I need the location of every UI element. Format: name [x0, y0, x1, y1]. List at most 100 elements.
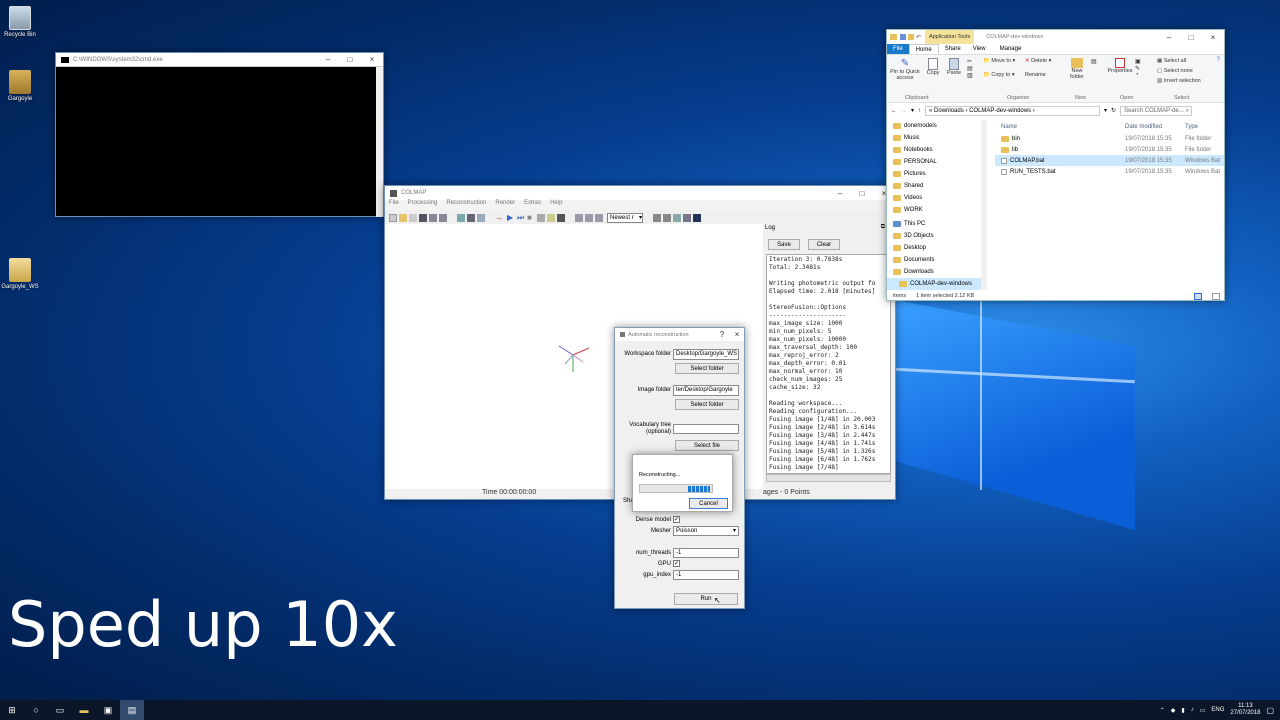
column-name[interactable]: Name	[995, 124, 1125, 130]
nav-item[interactable]: PERSONAL	[887, 156, 987, 168]
feature-matching-icon[interactable]	[467, 213, 475, 222]
movie-icon[interactable]	[585, 213, 593, 222]
recycle-bin-icon[interactable]: Recycle Bin	[0, 6, 40, 38]
select-image-folder-button[interactable]: Select folder	[675, 399, 739, 410]
menu-render[interactable]: Render	[495, 200, 515, 210]
nav-item[interactable]: Downloads	[887, 266, 987, 278]
import-icon[interactable]	[429, 213, 437, 222]
nav-item[interactable]: Desktop	[887, 242, 987, 254]
forward-icon[interactable]: →	[901, 108, 907, 114]
edit-project-icon[interactable]	[409, 213, 417, 222]
paste-button[interactable]: Paste	[945, 58, 963, 76]
tab-home[interactable]: Home	[908, 43, 939, 55]
minimize-icon[interactable]: –	[317, 55, 339, 64]
nav-item[interactable]: Videos	[887, 192, 987, 204]
render-icon[interactable]	[557, 213, 565, 222]
reset-icon[interactable]	[537, 213, 545, 222]
up-icon[interactable]: ↑	[918, 108, 921, 114]
tab-share[interactable]: Share	[939, 44, 967, 54]
pin-button[interactable]: ✎ Pin to Quick access	[890, 58, 920, 81]
menu-file[interactable]: File	[389, 200, 399, 210]
reconstruct-icon[interactable]: →	[495, 213, 505, 222]
maximize-icon[interactable]: □	[851, 189, 873, 198]
menu-help[interactable]: Help	[550, 200, 562, 210]
minimize-icon[interactable]: –	[829, 189, 851, 198]
print-icon[interactable]	[595, 213, 603, 222]
select-file-button[interactable]: Select file	[675, 440, 739, 451]
nav-item[interactable]: Documents	[887, 254, 987, 266]
invert-selection-button[interactable]: ▧ Invert selection	[1157, 78, 1201, 84]
info-icon[interactable]	[683, 213, 691, 222]
log-output[interactable]: Iteration 3: 0.7838s Total: 2.3481s Writ…	[766, 254, 891, 474]
horizontal-scrollbar[interactable]	[766, 474, 891, 482]
help-icon[interactable]: ?	[1217, 57, 1220, 63]
select-workspace-button[interactable]: Select folder	[675, 363, 739, 374]
notifications-icon[interactable]: ▢	[1266, 706, 1274, 715]
language-indicator[interactable]: ENG	[1211, 707, 1224, 713]
nav-item[interactable]: Notebooks	[887, 144, 987, 156]
back-icon[interactable]: ←	[891, 108, 897, 114]
save-button[interactable]: Save	[768, 239, 800, 250]
play-icon[interactable]: ▶	[507, 213, 515, 222]
mesher-select[interactable]: Poisson ▾	[673, 526, 739, 536]
tray-chevron-icon[interactable]: ⌃	[1160, 707, 1165, 714]
undo-icon[interactable]: ↶	[916, 34, 921, 41]
match-matrix-icon[interactable]	[663, 213, 671, 222]
properties-button[interactable]: Properties	[1107, 58, 1133, 74]
menu-processing[interactable]: Processing	[408, 200, 438, 210]
cut-icons[interactable]: ✂ ▤ ▥	[967, 58, 977, 88]
new-folder-quick-icon[interactable]	[908, 34, 914, 40]
gpu-checkbox[interactable]: ✓	[673, 560, 680, 567]
search-icon[interactable]: ○	[24, 700, 48, 720]
scrollbar[interactable]	[376, 67, 383, 217]
clear-button[interactable]: Clear	[808, 239, 840, 250]
dense-model-checkbox[interactable]: ✓	[673, 516, 680, 523]
open-icons[interactable]: ▣ ✎ ◔	[1135, 58, 1141, 78]
export-icon[interactable]	[439, 213, 447, 222]
properties-quick-icon[interactable]	[900, 34, 906, 40]
new-item-icon[interactable]: ▤	[1091, 58, 1099, 65]
open-project-icon[interactable]	[399, 213, 407, 222]
select-none-button[interactable]: ▢ Select none	[1157, 68, 1193, 74]
nav-item[interactable]: COLMAP-dev-windows	[887, 278, 987, 290]
nav-item[interactable]: Shared	[887, 180, 987, 192]
tab-file[interactable]: File	[887, 44, 909, 54]
dropdown-icon[interactable]: ▾	[1104, 107, 1107, 114]
float-icon[interactable]: ⧉	[881, 224, 885, 231]
refresh-icon[interactable]: ↻	[1111, 107, 1116, 114]
explorer-icon[interactable]: ▬	[72, 700, 96, 720]
address-bar[interactable]: « Downloads › COLMAP-dev-windows ›	[925, 105, 1101, 116]
search-input[interactable]: Search COLMAP-de... ⌕	[1120, 105, 1193, 116]
log-icon[interactable]	[673, 213, 681, 222]
start-icon[interactable]: ⊞	[0, 700, 24, 720]
vocab-tree-input[interactable]	[673, 424, 739, 434]
explorer-window[interactable]: ↶ Application Tools COLMAP-dev-windows –…	[886, 29, 1225, 301]
rename-button[interactable]: Rename	[1025, 72, 1046, 78]
nav-item[interactable]: Pictures	[887, 168, 987, 180]
cmd-icon[interactable]: ▣	[96, 700, 120, 720]
close-icon[interactable]: ×	[730, 330, 744, 339]
progress-dialog[interactable]: Reconstructing... Cancel	[632, 454, 733, 512]
move-to-button[interactable]: 📁 Move to ▾	[983, 58, 1015, 64]
stats-icon[interactable]	[653, 213, 661, 222]
new-folder-button[interactable]: New folder	[1067, 58, 1087, 80]
dropbox-icon[interactable]: ◆	[1171, 707, 1176, 714]
nav-item[interactable]: This PC	[887, 218, 987, 230]
image-folder-input[interactable]: ter/Desktop/Gargoyle	[673, 385, 739, 396]
nav-scrollbar[interactable]	[981, 120, 987, 290]
cmd-window[interactable]: C:\WINDOWS\system32\cmd.exe – □ ×	[55, 52, 384, 217]
task-view-icon[interactable]: ▭	[48, 700, 72, 720]
menu-extras[interactable]: Extras	[524, 200, 541, 210]
save-project-icon[interactable]	[419, 213, 427, 222]
gpu-index-input[interactable]: -1	[673, 570, 739, 580]
grid-icon[interactable]	[547, 213, 555, 222]
tab-manage[interactable]: Manage	[994, 44, 1028, 54]
close-icon[interactable]: ×	[1202, 33, 1224, 42]
stop-icon[interactable]: ■	[527, 213, 535, 222]
menu-reconstruction[interactable]: Reconstruction	[446, 200, 486, 210]
file-row[interactable]: lib 19/07/2018 15:35 File folder	[995, 144, 1224, 155]
column-type[interactable]: Type	[1185, 124, 1198, 130]
tiles-view-icon[interactable]	[1212, 292, 1220, 300]
network-icon[interactable]: ▮	[1181, 707, 1184, 714]
num-threads-input[interactable]: -1	[673, 548, 739, 558]
